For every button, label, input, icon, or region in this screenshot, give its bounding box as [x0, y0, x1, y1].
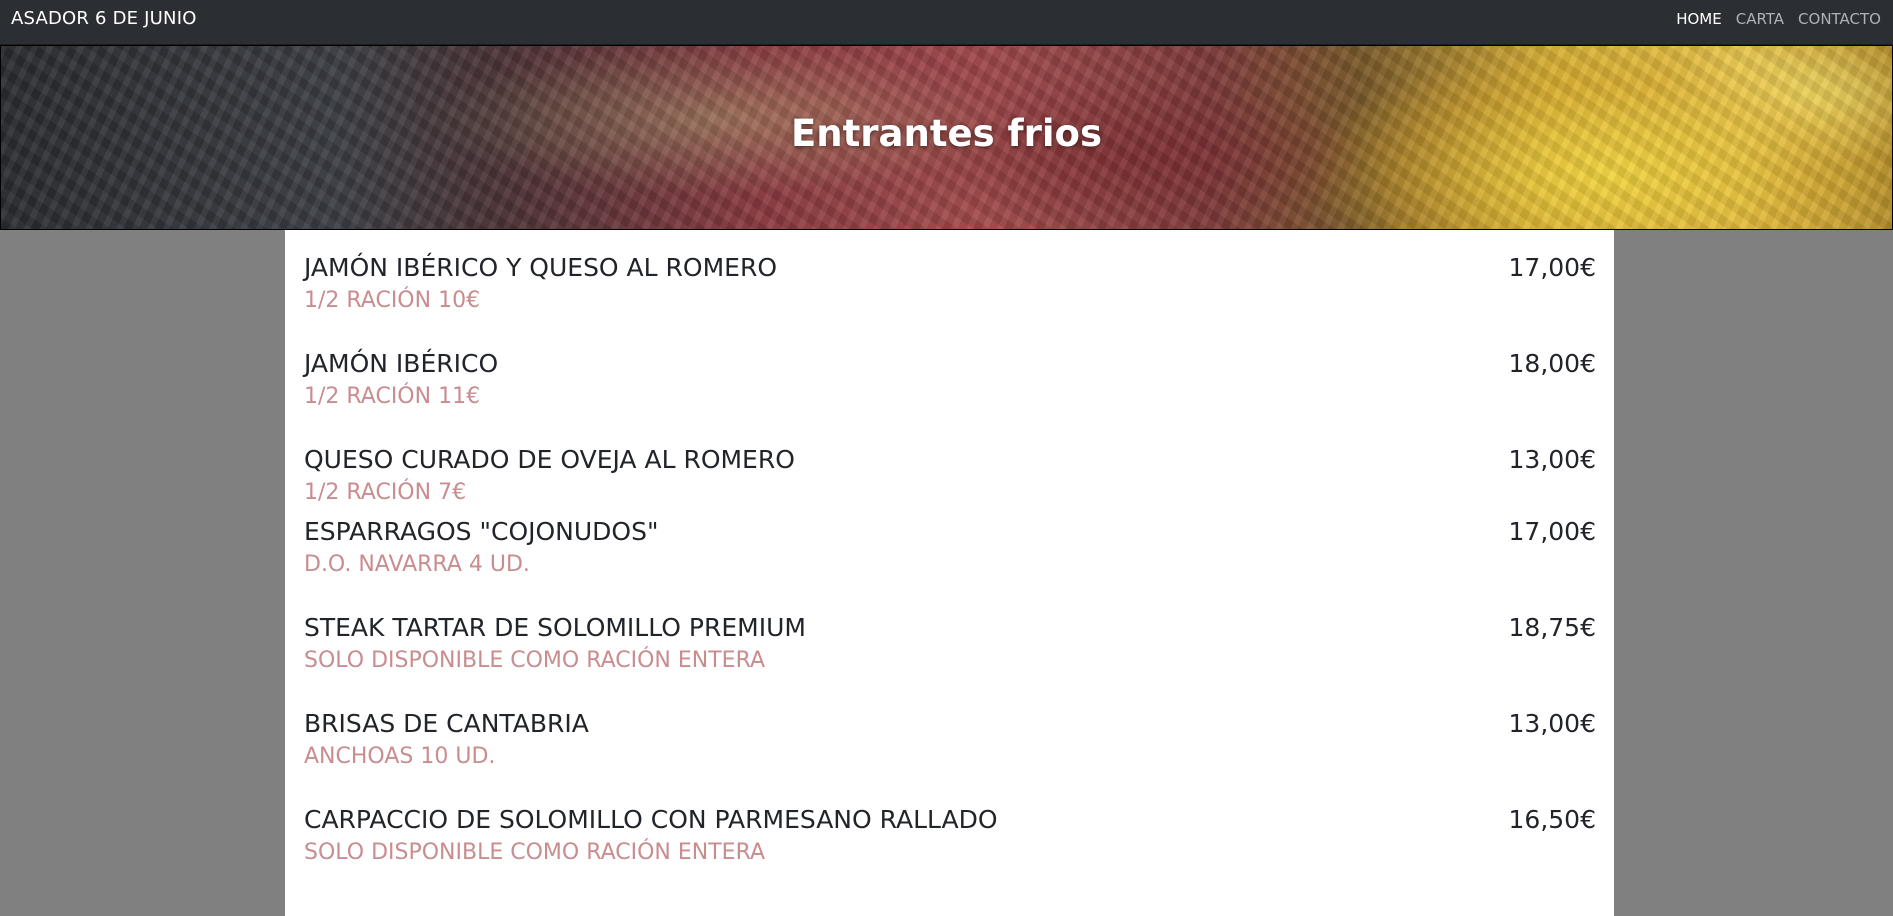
menu-item-name: CARPACCIO DE SOLOMILLO CON PARMESANO RAL… — [304, 805, 998, 834]
menu-item-note: SOLO DISPONIBLE COMO RACIÓN ENTERA — [304, 648, 766, 673]
section-title: Entrantes frios — [790, 112, 1102, 155]
menu-item-name: QUESO CURADO DE OVEJA AL ROMERO — [304, 445, 795, 474]
menu-item: ESPARRAGOS "COJONUDOS" 17,00€ D.O. NAVAR… — [304, 514, 1596, 586]
brand-logo-text[interactable]: ASADOR 6 DE JUNIO — [11, 0, 197, 38]
menu-item: CARPACCIO DE SOLOMILLO CON PARMESANO RAL… — [304, 802, 1596, 874]
menu-item-price: 17,00€ — [1508, 253, 1596, 282]
menu-item-name: BRISAS DE CANTABRIA — [304, 709, 589, 738]
nav-links: HOME CARTA CONTACTO — [1676, 0, 1881, 38]
menu-item-name: ESPARRAGOS "COJONUDOS" — [304, 517, 659, 546]
hero-banner-image: Entrantes frios — [0, 45, 1893, 230]
menu-panel: JAMÓN IBÉRICO Y QUESO AL ROMERO 17,00€ 1… — [285, 230, 1614, 916]
nav-link-home[interactable]: HOME — [1676, 0, 1722, 38]
menu-item-price: 17,00€ — [1508, 517, 1596, 546]
menu-item-price: 13,00€ — [1508, 445, 1596, 474]
menu-item: STEAK TARTAR DE SOLOMILLO PREMIUM 18,75€… — [304, 610, 1596, 682]
menu-item: JAMÓN IBÉRICO Y QUESO AL ROMERO 17,00€ 1… — [304, 250, 1596, 322]
menu-item-price: 18,00€ — [1508, 349, 1596, 378]
menu-item-note: 1/2 RACIÓN 11€ — [304, 384, 481, 409]
menu-item: JAMÓN IBÉRICO 18,00€ 1/2 RACIÓN 11€ — [304, 346, 1596, 418]
menu-item-price: 13,00€ — [1508, 709, 1596, 738]
menu-item: BRISAS DE CANTABRIA 13,00€ ANCHOAS 10 UD… — [304, 706, 1596, 778]
navbar: ASADOR 6 DE JUNIO HOME CARTA CONTACTO — [0, 0, 1893, 45]
menu-item-note: ANCHOAS 10 UD. — [304, 744, 496, 769]
nav-link-contacto[interactable]: CONTACTO — [1798, 0, 1881, 38]
menu-item-price: 18,75€ — [1508, 613, 1596, 642]
menu-item-price: 16,50€ — [1508, 805, 1596, 834]
menu-item-note: SOLO DISPONIBLE COMO RACIÓN ENTERA — [304, 840, 766, 865]
menu-item-note: 1/2 RACIÓN 7€ — [304, 480, 467, 505]
nav-link-carta[interactable]: CARTA — [1736, 0, 1784, 38]
menu-item-note: D.O. NAVARRA 4 UD. — [304, 552, 530, 577]
menu-item-name: JAMÓN IBÉRICO Y QUESO AL ROMERO — [304, 253, 777, 282]
menu-item-name: JAMÓN IBÉRICO — [304, 349, 499, 378]
menu-item: QUESO CURADO DE OVEJA AL ROMERO 13,00€ 1… — [304, 442, 1596, 514]
menu-item-name: STEAK TARTAR DE SOLOMILLO PREMIUM — [304, 613, 806, 642]
menu-item-note: 1/2 RACIÓN 10€ — [304, 288, 481, 313]
